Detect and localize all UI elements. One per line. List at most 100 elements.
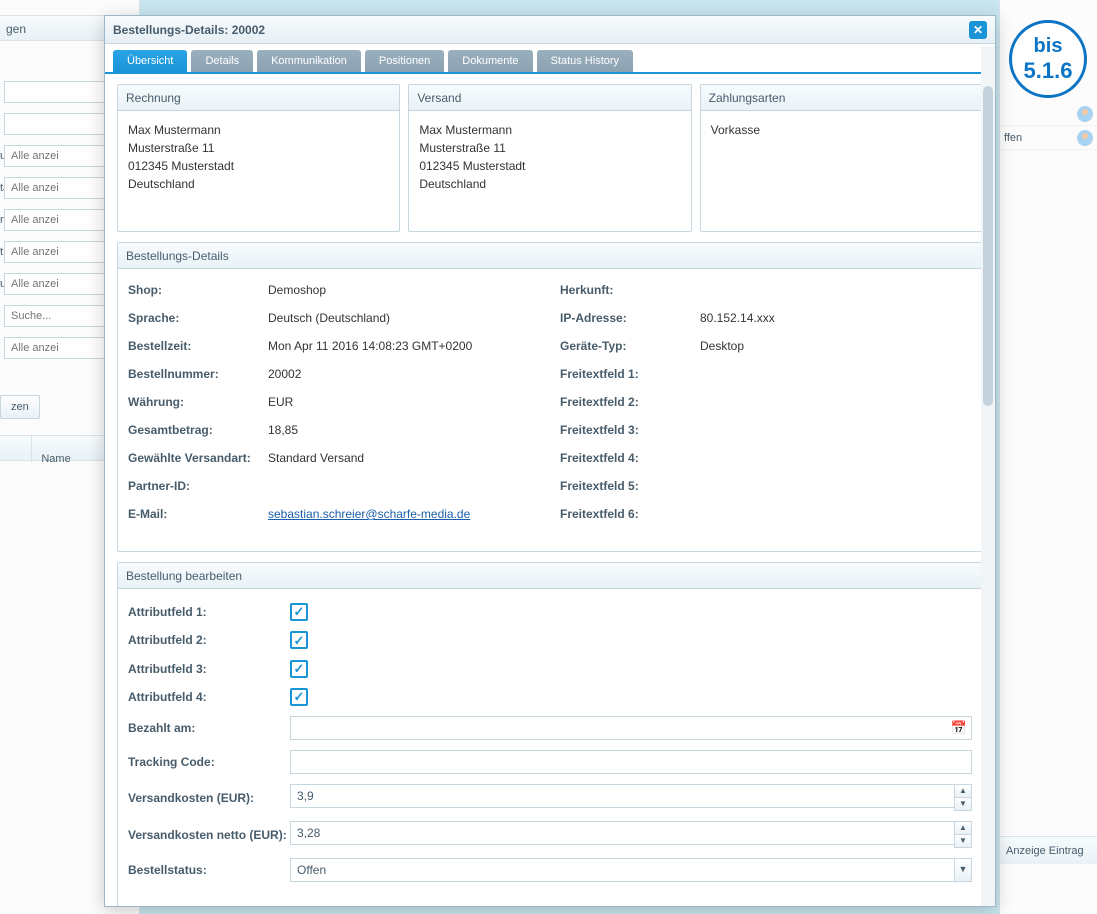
shipping-panel: Versand Max Mustermann Musterstraße 11 0… xyxy=(408,84,691,232)
details-right-col: Herkunft: IP-Adresse:80.152.14.xxx Gerät… xyxy=(560,281,972,533)
spin-down-icon[interactable]: ▼ xyxy=(955,835,971,847)
details-left-col: Shop:Demoshop Sprache:Deutsch (Deutschla… xyxy=(128,281,540,533)
tabs-bar: Übersicht Details Kommunikation Position… xyxy=(105,44,995,74)
input-tracking[interactable] xyxy=(290,750,972,774)
lbl-shipcost-net: Versandkosten netto (EUR): xyxy=(128,826,290,844)
tab-overview[interactable]: Übersicht xyxy=(113,50,187,72)
tab-communication[interactable]: Kommunikation xyxy=(257,50,361,72)
v-shipmethod: Standard Versand xyxy=(268,449,540,467)
dialog-body: Rechnung Max Mustermann Musterstraße 11 … xyxy=(105,74,995,906)
chevron-down-icon[interactable]: ▼ xyxy=(954,858,972,882)
v-total: 18,85 xyxy=(268,421,540,439)
badge-line2: 5.1.6 xyxy=(1024,58,1073,84)
v-email-link[interactable]: sebastian.schreier@scharfe-media.de xyxy=(268,507,470,521)
k-lang: Sprache: xyxy=(128,309,268,327)
payment-panel: Zahlungsarten Vorkasse xyxy=(700,84,983,232)
v-currency: EUR xyxy=(268,393,540,411)
bg-right-footer: Anzeige Eintrag xyxy=(1000,836,1097,864)
avatar-icon xyxy=(1077,106,1093,122)
k-ordertime: Bestellzeit: xyxy=(128,337,268,355)
input-paid-on[interactable] xyxy=(290,716,972,740)
order-details-dialog: Bestellungs-Details: 20002 ✕ Übersicht D… xyxy=(104,15,996,907)
bg-right-row-text: ffen xyxy=(1004,126,1022,150)
lbl-attr1: Attributfeld 1: xyxy=(128,603,290,621)
tab-details[interactable]: Details xyxy=(191,50,253,72)
k-shipmethod: Gewählte Versandart: xyxy=(128,449,268,467)
k-shop: Shop: xyxy=(128,281,268,299)
k-email: E-Mail: xyxy=(128,505,268,523)
k-currency: Währung: xyxy=(128,393,268,411)
k-ft3: Freitextfeld 3: xyxy=(560,421,700,439)
payment-value: Vorkasse xyxy=(711,121,972,139)
k-ft6: Freitextfeld 6: xyxy=(560,505,700,523)
spin-up-icon[interactable]: ▲ xyxy=(955,822,971,835)
order-edit-title: Bestellung bearbeiten xyxy=(118,563,982,589)
lbl-attr4: Attributfeld 4: xyxy=(128,688,290,706)
close-button[interactable]: ✕ xyxy=(969,21,987,39)
lbl-shipcost: Versandkosten (EUR): xyxy=(128,789,290,807)
bg-grid-col1 xyxy=(0,436,32,462)
input-shipcost[interactable] xyxy=(290,784,954,808)
avatar-icon xyxy=(1077,130,1093,146)
lbl-paidon: Bezahlt am: xyxy=(128,719,290,737)
checkbox-attr2[interactable]: ✓ xyxy=(290,631,308,649)
k-ft5: Freitextfeld 5: xyxy=(560,477,700,495)
close-icon: ✕ xyxy=(973,23,983,37)
dialog-scrollbar[interactable] xyxy=(981,46,995,906)
lbl-attr2: Attributfeld 2: xyxy=(128,631,290,649)
shipping-panel-title: Versand xyxy=(409,85,690,111)
calendar-icon[interactable]: 📅 xyxy=(948,717,970,739)
badge-line1: bis xyxy=(1034,35,1063,58)
v-ordertime: Mon Apr 11 2016 14:08:23 GMT+0200 xyxy=(268,337,540,355)
dialog-header[interactable]: Bestellungs-Details: 20002 ✕ xyxy=(105,16,995,44)
order-details-panel: Bestellungs-Details Shop:Demoshop Sprach… xyxy=(117,242,983,552)
v-lang: Deutsch (Deutschland) xyxy=(268,309,540,327)
version-badge: bis 5.1.6 xyxy=(1009,20,1087,98)
k-origin: Herkunft: xyxy=(560,281,700,299)
select-orderstatus[interactable] xyxy=(290,858,954,882)
k-ft1: Freitextfeld 1: xyxy=(560,365,700,383)
checkbox-attr3[interactable]: ✓ xyxy=(290,660,308,678)
lbl-attr3: Attributfeld 3: xyxy=(128,660,290,678)
billing-panel: Rechnung Max Mustermann Musterstraße 11 … xyxy=(117,84,400,232)
tab-status-history[interactable]: Status History xyxy=(537,50,633,72)
k-device: Geräte-Typ: xyxy=(560,337,700,355)
bg-right-row[interactable] xyxy=(1000,102,1097,126)
scrollbar-thumb[interactable] xyxy=(983,86,993,406)
bg-submit-button[interactable]: zen xyxy=(0,395,40,419)
lbl-orderstatus: Bestellstatus: xyxy=(128,861,290,879)
lbl-tracking: Tracking Code: xyxy=(128,753,290,771)
v-ordernum: 20002 xyxy=(268,365,540,383)
k-ip: IP-Adresse: xyxy=(560,309,700,327)
shipping-address: Max Mustermann Musterstraße 11 012345 Mu… xyxy=(419,121,680,193)
v-ip: 80.152.14.xxx xyxy=(700,309,972,327)
v-partner xyxy=(268,477,540,495)
v-shop: Demoshop xyxy=(268,281,540,299)
v-origin xyxy=(700,281,972,299)
v-ft3 xyxy=(700,421,972,439)
k-ordernum: Bestellnummer: xyxy=(128,365,268,383)
billing-address: Max Mustermann Musterstraße 11 012345 Mu… xyxy=(128,121,389,193)
input-shipcost-net[interactable] xyxy=(290,821,954,845)
order-edit-panel: Bestellung bearbeiten Attributfeld 1:✓ A… xyxy=(117,562,983,906)
dialog-title: Bestellungs-Details: 20002 xyxy=(113,23,265,37)
spin-up-icon[interactable]: ▲ xyxy=(955,785,971,798)
v-ft2 xyxy=(700,393,972,411)
k-total: Gesamtbetrag: xyxy=(128,421,268,439)
checkbox-attr4[interactable]: ✓ xyxy=(290,688,308,706)
v-ft5 xyxy=(700,477,972,495)
payment-panel-title: Zahlungsarten xyxy=(701,85,982,111)
checkbox-attr1[interactable]: ✓ xyxy=(290,603,308,621)
v-ft1 xyxy=(700,365,972,383)
order-details-title: Bestellungs-Details xyxy=(118,243,982,269)
tab-positions[interactable]: Positionen xyxy=(365,50,444,72)
bg-right-row[interactable]: ffen xyxy=(1000,126,1097,150)
v-device: Desktop xyxy=(700,337,972,355)
spin-down-icon[interactable]: ▼ xyxy=(955,798,971,810)
billing-panel-title: Rechnung xyxy=(118,85,399,111)
bg-right-panel: ffen Anzeige Eintrag xyxy=(999,0,1097,914)
k-ft2: Freitextfeld 2: xyxy=(560,393,700,411)
v-ft6 xyxy=(700,505,972,523)
tab-documents[interactable]: Dokumente xyxy=(448,50,532,72)
k-partner: Partner-ID: xyxy=(128,477,268,495)
